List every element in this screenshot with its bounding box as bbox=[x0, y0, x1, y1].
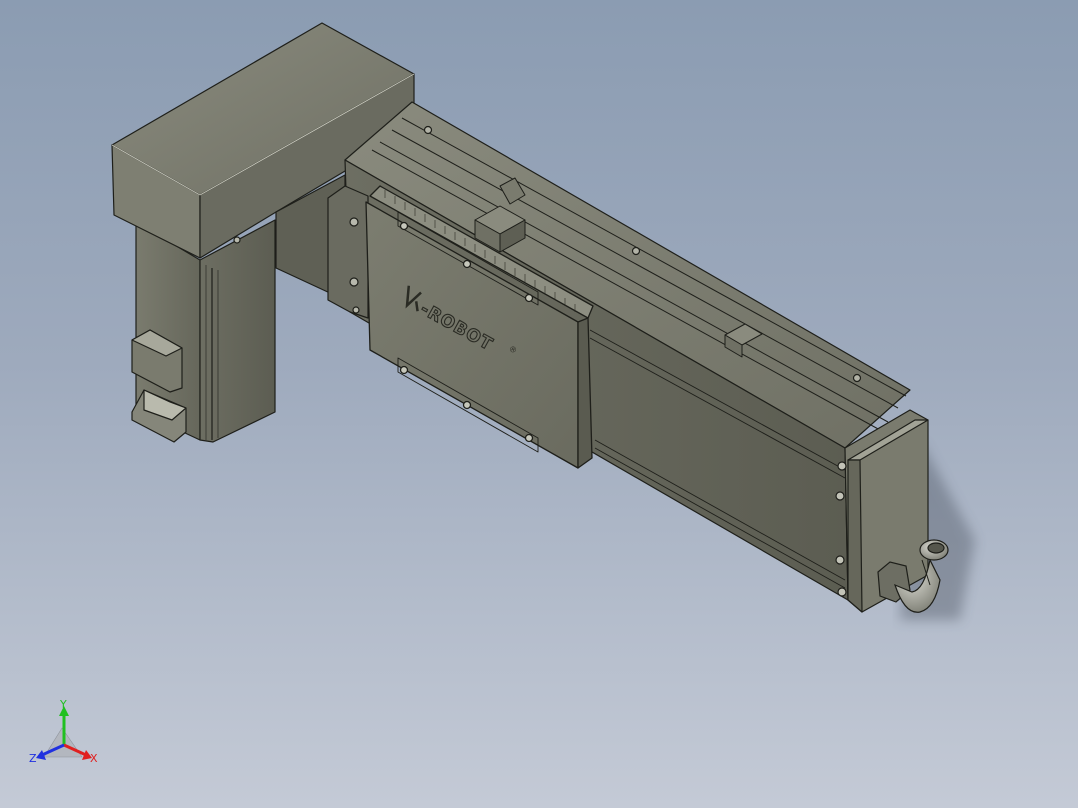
triad-x-label: X bbox=[90, 752, 98, 765]
triad-y-label: Y bbox=[59, 698, 67, 711]
triad-z-label: Z bbox=[29, 752, 37, 765]
axis-triad[interactable]: Y X Z bbox=[29, 698, 98, 765]
motor-flange[interactable] bbox=[327, 185, 369, 319]
cad-viewport[interactable]: -ROBOT ® Y X Z bbox=[0, 0, 1078, 808]
cad-scene[interactable]: -ROBOT ® Y X Z bbox=[0, 0, 1078, 808]
